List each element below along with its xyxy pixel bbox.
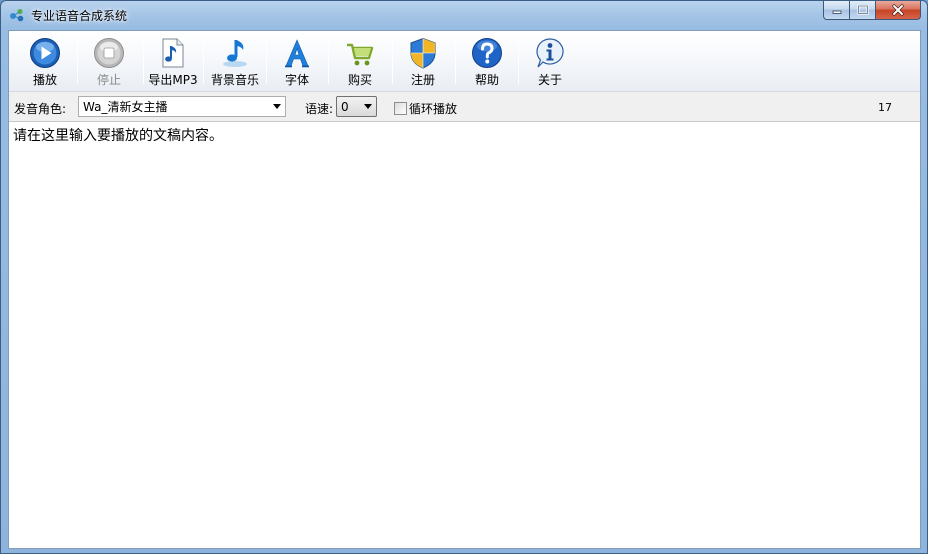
stop-label: 停止 [96,73,121,87]
window-title: 专业语音合成系统 [31,9,128,23]
help-button[interactable]: 帮助 [457,33,517,89]
register-label: 注册 [410,73,435,87]
font-a-icon [285,39,309,68]
title-bar[interactable]: 专业语音合成系统 [1,1,927,29]
speed-select[interactable]: 0 [336,96,377,117]
toolbar-separator [455,36,456,84]
main-toolbar: 播放 停止 导出MP3 背景音乐 字体 购买 注册 帮助 关于 [9,31,920,92]
loop-checkbox[interactable] [394,102,407,115]
buy-label: 购买 [347,73,372,87]
music-note-blue-icon [223,40,247,67]
stop-icon [94,38,124,68]
play-icon [30,38,60,68]
loop-label[interactable]: 循环播放 [409,100,457,117]
app-logo-icon [10,8,24,22]
client-area: 播放 停止 导出MP3 背景音乐 字体 购买 注册 帮助 关于 发音角色: Wa… [8,30,921,549]
about-button[interactable]: 关于 [520,33,580,89]
minimize-button[interactable] [823,1,850,20]
export-mp3-label: 导出MP3 [148,73,198,87]
editor-content[interactable]: 请在这里输入要播放的文稿内容。 [13,127,916,145]
voice-value: Wa_清新女主播 [83,100,168,114]
chevron-down-icon [273,104,281,109]
background-music-label: 背景音乐 [210,73,259,87]
toolbar-separator [203,36,204,84]
toolbar-separator [518,36,519,84]
close-button[interactable] [876,1,921,20]
stop-button[interactable]: 停止 [79,33,139,89]
buy-button[interactable]: 购买 [330,33,390,89]
toolbar-separator [328,36,329,84]
chevron-down-icon [364,104,372,109]
export-mp3-button[interactable]: 导出MP3 [143,33,203,89]
music-note-icon [162,38,184,68]
caption-buttons [823,1,921,21]
char-count: 17 [878,101,892,114]
text-editor[interactable]: 请在这里输入要播放的文稿内容。 [9,123,920,548]
maximize-button[interactable] [850,1,876,20]
info-icon [536,38,564,68]
help-question-icon [472,38,502,68]
play-button[interactable]: 播放 [15,33,75,89]
shield-icon [410,37,436,69]
speed-label: 语速: [305,102,334,116]
play-label: 播放 [32,73,57,87]
options-bar: 发音角色: Wa_清新女主播 语速: 0 循环播放 17 [9,92,920,122]
background-music-button[interactable]: 背景音乐 [205,33,265,89]
shopping-cart-icon [347,43,374,66]
register-button[interactable]: 注册 [393,33,453,89]
app-window: 专业语音合成系统 播放 停止 导出MP3 背景音乐 字体 购买 注册 帮助 关于… [0,0,928,554]
close-icon [892,4,904,16]
speed-value: 0 [341,99,349,114]
voice-label: 发音角色: [14,102,67,116]
minimize-icon [832,10,841,14]
font-label: 字体 [284,73,309,87]
about-label: 关于 [537,73,562,87]
toolbar-separator [77,36,78,84]
font-button[interactable]: 字体 [267,33,327,89]
maximize-icon [856,5,869,15]
help-label: 帮助 [474,73,499,87]
voice-select[interactable]: Wa_清新女主播 [78,96,286,117]
